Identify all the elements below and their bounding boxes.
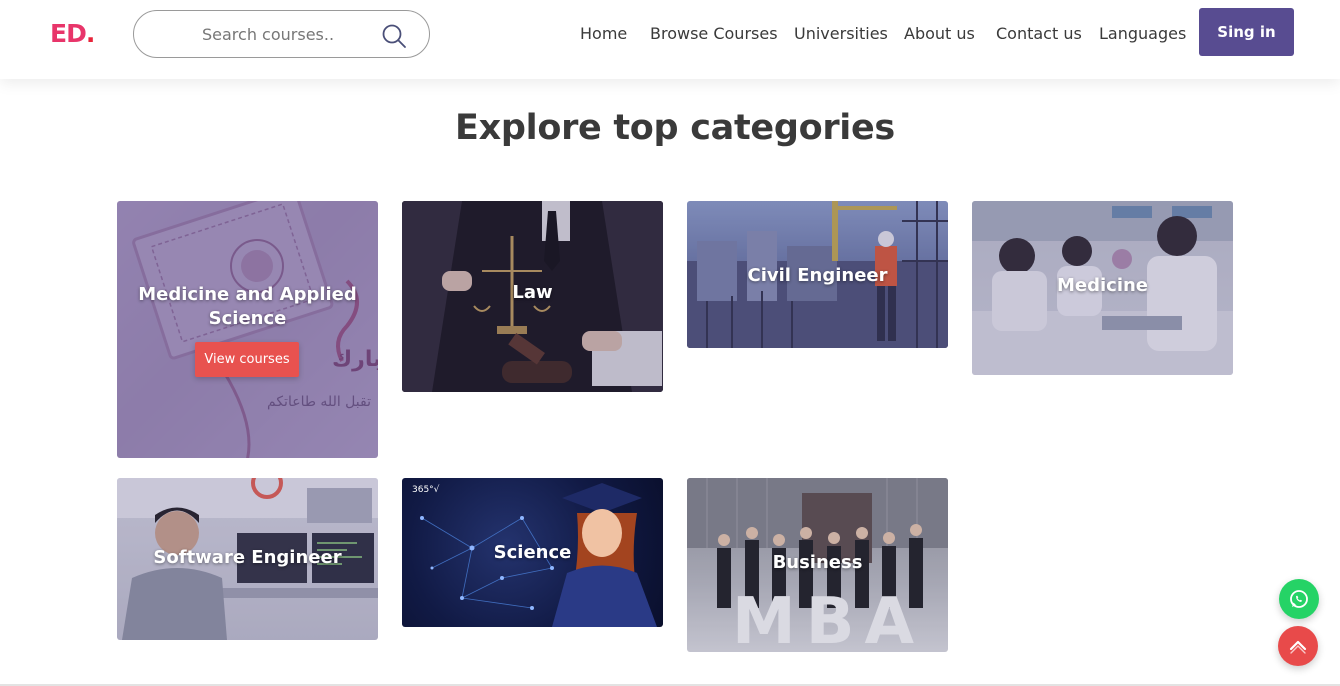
nav-home[interactable]: Home [580, 22, 627, 46]
search-box [133, 10, 430, 58]
category-card-science[interactable]: 365°√ Science [402, 478, 663, 627]
category-title: Medicine [1056, 275, 1149, 296]
scroll-to-top-button[interactable] [1278, 626, 1318, 666]
site-logo[interactable]: ED. [50, 18, 95, 50]
category-title: Business [772, 552, 863, 573]
search-input[interactable] [202, 21, 372, 47]
category-title: Civil Engineer [747, 265, 888, 286]
logo-text: ED [50, 19, 87, 48]
science-badge-text: 365°√ [412, 485, 440, 495]
category-card-medicine[interactable]: Medicine [972, 201, 1233, 375]
logo-dot: . [85, 19, 95, 48]
category-card-software-engineer[interactable]: Software Engineer [117, 478, 378, 640]
nav-universities[interactable]: Universities [794, 22, 888, 46]
category-card-law[interactable]: Law [402, 201, 663, 392]
nav-about-us[interactable]: About us [904, 22, 975, 46]
view-courses-button[interactable]: View courses [195, 342, 299, 377]
category-title: Science [493, 542, 572, 563]
category-card-civil-engineer[interactable]: Civil Engineer [687, 201, 948, 348]
nav-browse-courses[interactable]: Browse Courses [650, 22, 778, 46]
chevron-up-icon [1289, 640, 1307, 654]
page-title: Explore top categories [455, 108, 895, 148]
signin-button[interactable]: Sing in [1199, 8, 1294, 56]
site-header: ED. Home Browse Courses Universities Abo… [0, 0, 1340, 79]
category-card-medicine-applied-science[interactable]: مبارك تقبل الله طاعاتكم Medicine and App… [117, 201, 378, 458]
category-card-business[interactable]: MBA Business [687, 478, 948, 652]
nav-languages[interactable]: Languages [1099, 22, 1186, 46]
category-title: Software Engineer [153, 547, 342, 568]
whatsapp-icon [1290, 590, 1308, 608]
search-icon[interactable] [381, 23, 407, 49]
category-title: Law [512, 282, 553, 303]
whatsapp-button[interactable] [1279, 579, 1319, 619]
category-title: Medicine and Applied Science [138, 284, 357, 329]
nav-contact-us[interactable]: Contact us [996, 22, 1082, 46]
